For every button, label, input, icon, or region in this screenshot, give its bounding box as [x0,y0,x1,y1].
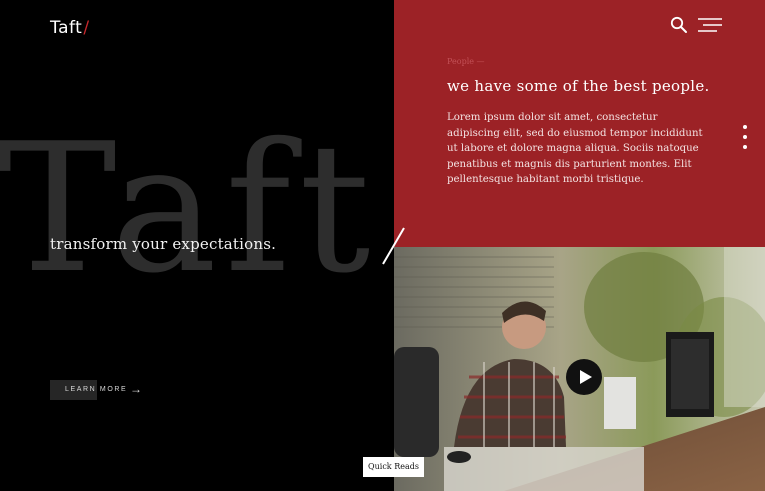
hero-tagline: transform your expectations. [50,235,277,253]
people-headline: we have some of the best people. [447,77,710,95]
section-label: People — [447,57,485,66]
brand-slash: / [83,18,90,38]
slide-dots-icon[interactable] [741,124,749,156]
hamburger-menu-icon[interactable] [697,17,723,33]
learn-more-label[interactable]: LEARN MORE [65,386,127,393]
search-icon[interactable] [670,16,688,34]
divider-slash [382,227,405,265]
play-icon[interactable] [566,359,602,395]
people-body-text: Lorem ipsum dolor sit amet, consectetur … [447,112,703,185]
arrow-right-icon[interactable]: → [130,382,142,396]
brand-logo[interactable]: Taft/ [50,18,90,38]
hero-background-word: Taft [0,105,379,312]
brand-name: Taft [50,18,83,38]
quick-reads-button[interactable]: Quick Reads [363,457,424,477]
